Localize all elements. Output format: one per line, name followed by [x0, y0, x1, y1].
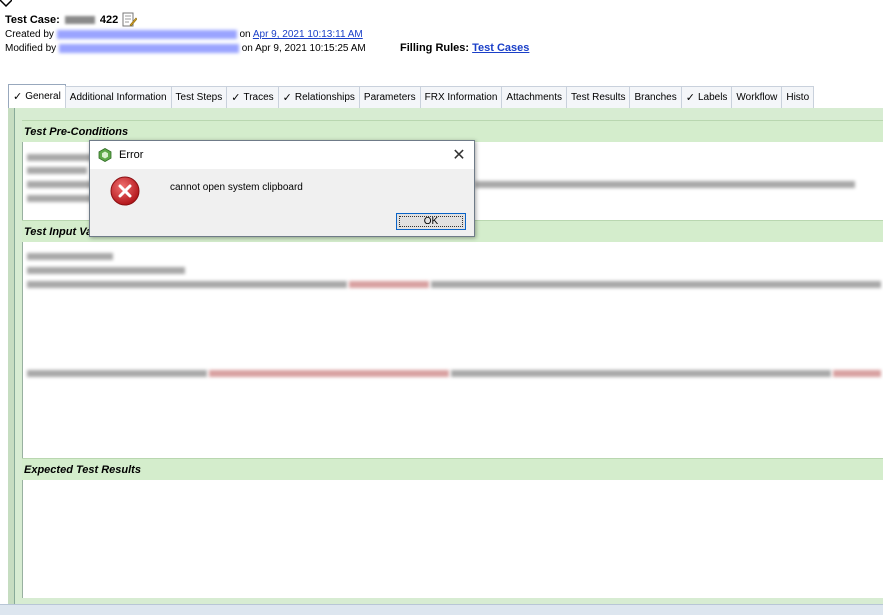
dialog-message: cannot open system clipboard	[170, 182, 303, 193]
tab-label: Labels	[697, 92, 728, 103]
expected-results-text-area[interactable]	[22, 480, 883, 598]
tab-traces[interactable]: ✓ Traces	[226, 86, 279, 108]
check-icon: ✓	[13, 91, 23, 103]
tab-general[interactable]: ✓ General	[8, 84, 66, 108]
redacted-id	[64, 16, 95, 24]
tab-label: Parameters	[363, 92, 416, 103]
tab-label: Test Steps	[175, 92, 223, 103]
tab-bar: ✓ General Additional Information Test Steps…	[8, 84, 883, 109]
created-line: Created by on Apr 9, 2021 10:13:11 AM	[5, 28, 875, 42]
tab-label: Histo	[786, 92, 810, 103]
created-prefix: Created by	[5, 29, 54, 40]
dialog-title: Error	[119, 149, 144, 161]
created-date-link[interactable]: Apr 9, 2021 10:13:11 AM	[253, 29, 363, 40]
check-icon: ✓	[282, 92, 292, 104]
test-case-id: 422	[99, 14, 119, 26]
tab-label: FRX Information	[424, 92, 498, 103]
tab-label: Workflow	[736, 92, 778, 103]
tab-relationships[interactable]: ✓ Relationships	[277, 86, 360, 108]
tab-histo[interactable]: Histo	[781, 86, 815, 108]
tab-additional-information[interactable]: Additional Information	[64, 86, 172, 108]
error-dialog: Error ✕ cannot open system clipboard OK	[89, 140, 475, 237]
created-on-label: on	[239, 29, 251, 40]
corner-resize-icon	[0, 0, 12, 8]
section-preconditions-title: Test Pre-Conditions	[24, 125, 129, 138]
filling-rules-link[interactable]: Test Cases	[472, 42, 529, 54]
test-case-label: Test Case:	[5, 14, 60, 26]
tab-label: General	[25, 91, 61, 102]
tab-label: Additional Information	[69, 92, 167, 103]
check-icon: ✓	[685, 92, 695, 104]
tab-frx-information[interactable]: FRX Information	[419, 86, 503, 108]
section-expected-results-header: Expected Test Results	[22, 458, 883, 480]
tab-attachments[interactable]: Attachments	[501, 86, 568, 108]
modified-on-label: on	[241, 43, 253, 54]
error-icon	[110, 176, 140, 206]
redacted-modifier	[58, 43, 239, 53]
left-gutter	[8, 108, 15, 604]
test-case-header: Test Case: 422 Created by on Apr 9, 2021…	[5, 12, 875, 56]
filling-rules: Filling Rules: Test Cases	[400, 42, 529, 54]
ok-button[interactable]: OK	[396, 213, 466, 230]
section-preconditions-header: Test Pre-Conditions	[22, 120, 883, 142]
check-icon: ✓	[231, 92, 241, 104]
tab-label: Traces	[243, 92, 274, 103]
input-values-text-area[interactable]	[22, 242, 883, 458]
close-icon[interactable]: ✕	[444, 141, 474, 169]
section-expected-results-title: Expected Test Results	[24, 463, 141, 476]
tab-label: Branches	[634, 92, 677, 103]
dialog-titlebar[interactable]: Error ✕	[90, 141, 474, 169]
app-hexagon-icon	[98, 148, 112, 162]
bottom-scrollbar[interactable]	[0, 604, 883, 615]
ok-button-label: OK	[423, 216, 439, 227]
test-case-title: Test Case: 422	[5, 12, 875, 28]
tab-labels[interactable]: ✓ Labels	[680, 86, 733, 108]
tab-label: Relationships	[294, 92, 355, 103]
dialog-body: cannot open system clipboard OK	[90, 169, 474, 236]
tab-label: Test Results	[571, 92, 626, 103]
edit-icon[interactable]	[121, 12, 138, 28]
tab-label: Attachments	[506, 92, 563, 103]
filling-rules-label: Filling Rules:	[400, 42, 470, 54]
redacted-creator	[56, 29, 237, 39]
tab-test-steps[interactable]: Test Steps	[170, 86, 228, 108]
tab-workflow[interactable]: Workflow	[731, 86, 783, 108]
tab-parameters[interactable]: Parameters	[358, 86, 421, 108]
tab-branches[interactable]: Branches	[629, 86, 682, 108]
modified-date: Apr 9, 2021 10:15:25 AM	[255, 43, 366, 54]
modified-prefix: Modified by	[5, 43, 57, 54]
tab-test-results[interactable]: Test Results	[566, 86, 631, 108]
